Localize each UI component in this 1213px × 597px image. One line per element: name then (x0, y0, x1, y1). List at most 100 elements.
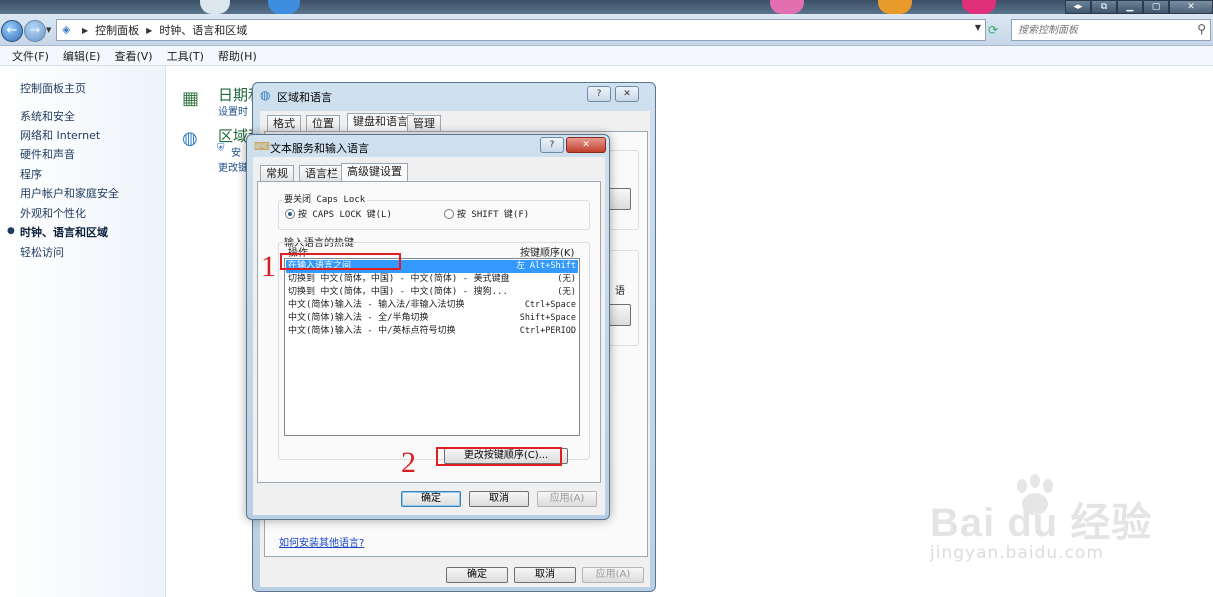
annotation-number-one: 1 (261, 250, 276, 283)
menu-help[interactable]: 帮助(H) (218, 48, 257, 64)
tab-admin[interactable]: 管理 (407, 115, 441, 132)
search-box: ⚲ (1011, 19, 1211, 41)
list-item[interactable]: 中文(简体)输入法 - 全/半角切换 Shift+Space (286, 312, 578, 325)
tab-format[interactable]: 格式 (267, 115, 301, 132)
row-action: 中文(简体)输入法 - 中/英标点符号切换 (288, 326, 456, 336)
sidebar-item-programs[interactable]: 程序 (20, 166, 42, 182)
forward-arrow-icon[interactable]: → (24, 20, 46, 42)
sidebar-item-network[interactable]: 网络和 Internet (20, 127, 100, 143)
menu-bar: 文件(F) 编辑(E) 查看(V) 工具(T) 帮助(H) (0, 46, 1213, 66)
tab-general[interactable]: 常规 (260, 165, 294, 182)
hotkey-list[interactable]: 在输入语言之间 左 Alt+Shift 切换到 中文(简体，中国) - 中文(简… (284, 258, 580, 436)
search-input[interactable] (1012, 20, 1182, 40)
keyboard-icon: ⌨ (254, 140, 270, 153)
row-keys: 左 Alt+Shift (516, 261, 576, 271)
caps-lock-group-label: 要关闭 Caps Lock (282, 192, 368, 205)
minimize-button[interactable]: ▁ (1117, 0, 1143, 14)
close-icon[interactable]: ✕ (615, 86, 639, 102)
close-button[interactable]: ✕ (1169, 0, 1213, 14)
annotation-number-two: 2 (401, 446, 416, 479)
taskbar-glow (878, 0, 912, 14)
radio-selected-icon (285, 208, 295, 219)
dialog-title: 区域和语言 (277, 91, 332, 104)
breadcrumb-arrow-icon[interactable]: ▶ (146, 26, 152, 35)
column-header-keys[interactable]: 按键顺序(K) (520, 244, 574, 259)
cancel-button[interactable]: 取消 (469, 491, 529, 507)
row-action: 切换到 中文(简体，中国) - 中文(简体) - 搜狗... (288, 287, 508, 297)
category-date-time-link[interactable]: 设置时 (218, 103, 248, 118)
tab-keyboard-language[interactable]: 键盘和语言 (347, 113, 414, 132)
row-keys: Shift+Space (519, 313, 576, 323)
active-bullet-icon: ● (7, 226, 15, 236)
sidebar-home-link[interactable]: 控制面板主页 (20, 80, 86, 96)
advanced-key-panel: 要关闭 Caps Lock 按 CAPS LOCK 键(L) 按 SHIFT 键… (257, 181, 601, 483)
install-languages-link[interactable]: 如何安装其他语言? (279, 534, 364, 549)
row-keys: (无) (557, 287, 576, 297)
apply-button[interactable]: 应用(A) (537, 491, 597, 507)
tab-language-bar[interactable]: 语言栏 (299, 165, 344, 182)
taskbar-glow (962, 0, 996, 14)
menu-tools[interactable]: 工具(T) (167, 48, 204, 64)
sidebar-item-appearance[interactable]: 外观和个性化 (20, 205, 86, 221)
address-toolbar: ← → ▼ ◈ ▶ 控制面板 ▶ 时钟、语言和区域 ▼ ⟳ ⚲ (0, 14, 1213, 46)
pin-icon[interactable]: ⧉ (1091, 0, 1117, 14)
list-item[interactable]: 中文(简体)输入法 - 中/英标点符号切换 Ctrl+PERIOD (286, 325, 578, 338)
list-item[interactable]: 中文(简体)输入法 - 输入法/非输入法切换 Ctrl+Space (286, 299, 578, 312)
globe-icon: ◍ (260, 88, 271, 102)
sidebar-item-system-security[interactable]: 系统和安全 (20, 108, 75, 124)
globe-icon: ◍ (182, 128, 198, 149)
cancel-button[interactable]: 取消 (514, 567, 576, 583)
breadcrumb-arrow-icon[interactable]: ▶ (82, 26, 88, 35)
shield-icon: ⛨ (217, 143, 225, 154)
tab-advanced-key-settings[interactable]: 高级键设置 (341, 163, 408, 182)
sidebar-item-clock-region[interactable]: 时钟、语言和区域 (20, 224, 108, 240)
taskbar-glow (268, 0, 300, 14)
taskbar-glow (200, 0, 230, 14)
sidebar-item-hardware-sound[interactable]: 硬件和声音 (20, 146, 75, 162)
menu-edit[interactable]: 编辑(E) (63, 48, 101, 64)
help-icon[interactable]: ? (587, 86, 611, 102)
control-panel-icon: ◈ (62, 23, 71, 36)
list-item[interactable]: 切换到 中文(简体，中国) - 中文(简体) - 美式键盘 (无) (286, 273, 578, 286)
sidebar-item-user-accounts[interactable]: 用户帐户和家庭安全 (20, 185, 119, 201)
back-arrow-icon[interactable]: ← (1, 20, 23, 42)
calendar-clock-icon: ▦ (182, 88, 200, 109)
watermark-logo: Bai du 经验 (930, 501, 1153, 545)
maximize-button[interactable]: ▢ (1143, 0, 1169, 14)
category-region-link1[interactable]: 安 (231, 144, 241, 159)
row-action: 切换到 中文(简体，中国) - 中文(简体) - 美式键盘 (288, 274, 510, 284)
row-keys: (无) (557, 274, 576, 284)
search-icon[interactable]: ⚲ (1197, 22, 1206, 36)
dialog-title: 文本服务和输入语言 (270, 142, 369, 155)
breadcrumb-clock-region[interactable]: 时钟、语言和区域 (159, 22, 247, 38)
radio-unselected-icon (444, 208, 454, 219)
caps-lock-radio[interactable]: 按 CAPS LOCK 键(L) (285, 207, 392, 220)
menu-file[interactable]: 文件(F) (12, 48, 49, 64)
breadcrumb-control-panel[interactable]: 控制面板 (95, 22, 139, 38)
shift-radio[interactable]: 按 SHIFT 键(F) (444, 207, 529, 220)
highlight-box-row (280, 253, 401, 270)
tab-location[interactable]: 位置 (306, 115, 340, 132)
history-dropdown-icon[interactable]: ▼ (46, 26, 51, 34)
close-icon[interactable]: ✕ (566, 137, 606, 153)
panel-text: 语 (615, 286, 625, 297)
category-region-link2[interactable]: 更改键 (218, 159, 248, 174)
address-box[interactable]: ◈ ▶ 控制面板 ▶ 时钟、语言和区域 ▼ (56, 19, 986, 41)
address-dropdown-icon[interactable]: ▼ (975, 23, 981, 32)
ok-button[interactable]: 确定 (401, 491, 461, 507)
top-taskbar-strip: ◂▸ ⧉ ▁ ▢ ✕ (0, 0, 1213, 14)
row-keys: Ctrl+PERIOD (519, 326, 576, 336)
restore-icon[interactable]: ◂▸ (1065, 0, 1091, 14)
ok-button[interactable]: 确定 (446, 567, 508, 583)
refresh-icon[interactable]: ⟳ (988, 23, 1004, 37)
apply-button[interactable]: 应用(A) (582, 567, 644, 583)
shift-radio-label: 按 SHIFT 键(F) (457, 210, 530, 220)
row-action: 中文(简体)输入法 - 全/半角切换 (288, 313, 429, 323)
help-icon[interactable]: ? (540, 137, 564, 153)
menu-view[interactable]: 查看(V) (114, 48, 152, 64)
sidebar-item-ease-of-access[interactable]: 轻松访问 (20, 244, 64, 260)
sidebar: 控制面板主页 系统和安全 网络和 Internet 硬件和声音 程序 用户帐户和… (0, 66, 166, 597)
window-controls: ◂▸ ⧉ ▁ ▢ ✕ (1065, 0, 1213, 14)
highlight-box-button (436, 447, 562, 466)
list-item[interactable]: 切换到 中文(简体，中国) - 中文(简体) - 搜狗... (无) (286, 286, 578, 299)
